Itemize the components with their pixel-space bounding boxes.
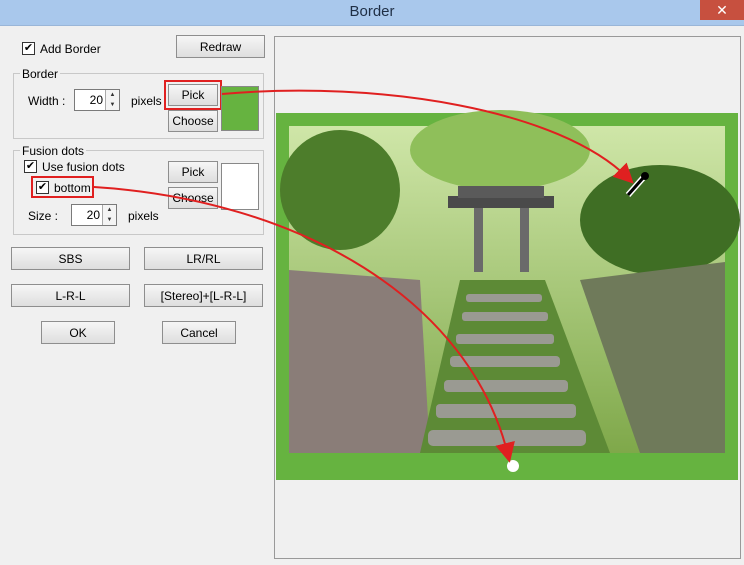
fusion-dot [507,460,519,472]
preview-overlay [93,89,740,480]
photo [280,110,740,453]
